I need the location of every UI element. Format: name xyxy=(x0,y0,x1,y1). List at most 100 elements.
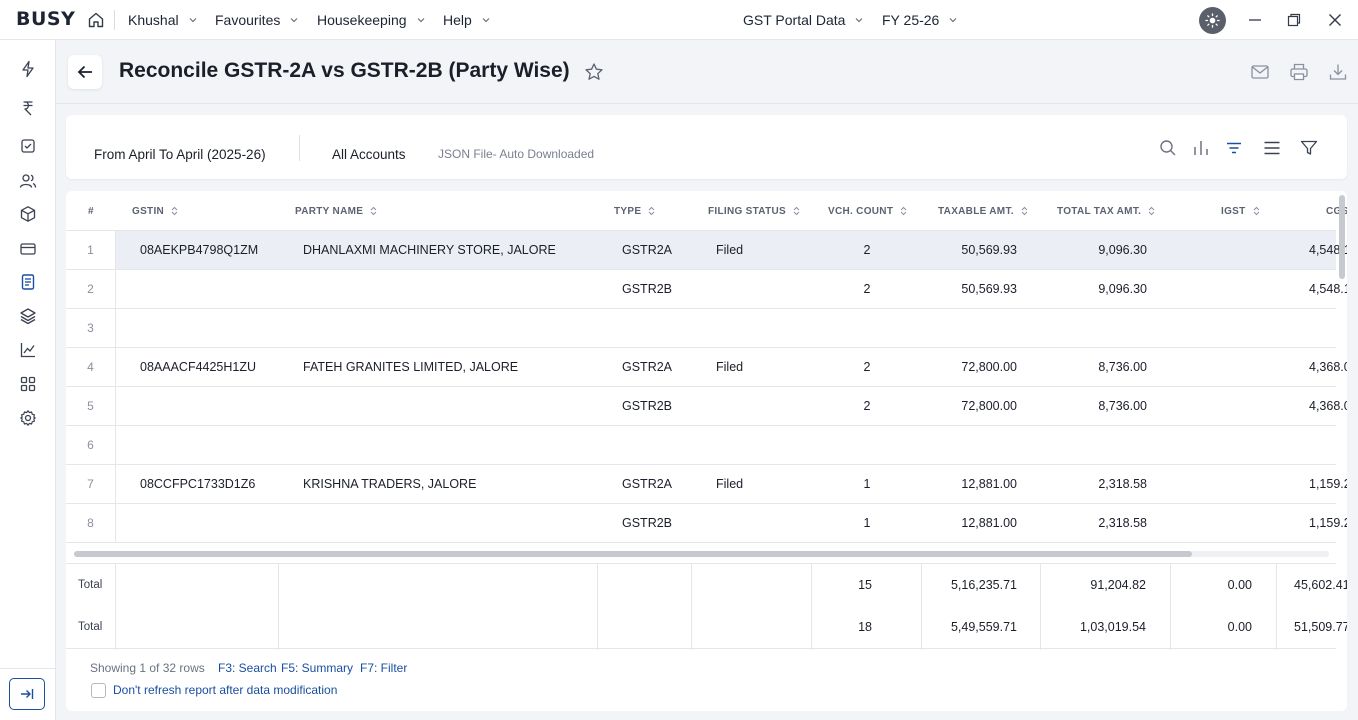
company-data-selector[interactable]: GST Portal Data xyxy=(743,0,863,40)
fy-label: FY 25-26 xyxy=(882,12,940,28)
layers-icon[interactable] xyxy=(18,306,38,326)
col-header-type[interactable]: TYPE xyxy=(614,191,655,231)
reports-icon[interactable] xyxy=(18,272,38,292)
total-tax-amt-cell: 2,318.58 xyxy=(1098,516,1147,530)
inventory-icon[interactable] xyxy=(18,204,38,224)
close-button[interactable] xyxy=(1325,10,1345,30)
quick-actions-icon[interactable] xyxy=(18,59,38,79)
total-tax-amt-cell: 2,318.58 xyxy=(1098,477,1147,491)
sort-icon xyxy=(171,206,178,216)
igst-cell xyxy=(1166,348,1266,386)
igst-cell xyxy=(1166,270,1266,308)
vertical-scrollbar[interactable] xyxy=(1339,195,1345,545)
sort-icon xyxy=(648,206,655,216)
vertical-scroll-thumb[interactable] xyxy=(1339,195,1345,279)
minimize-button[interactable] xyxy=(1245,10,1265,30)
vch-count-cell: 2 xyxy=(863,282,871,296)
home-icon[interactable] xyxy=(87,11,105,29)
table-row[interactable]: 2 GSTR2B 2 50,569.93 9,096.30 4,548.15 xyxy=(66,270,1347,309)
row-number: 4 xyxy=(66,348,116,386)
col-header-gstin[interactable]: GSTIN xyxy=(132,191,178,231)
analytics-icon[interactable] xyxy=(18,340,38,360)
taxable-amt-cell: 12,881.00 xyxy=(961,477,1017,491)
filing-status-cell: Filed xyxy=(716,477,744,491)
print-icon[interactable] xyxy=(1289,62,1309,82)
menu-housekeeping[interactable]: Housekeeping xyxy=(317,0,425,40)
table-row[interactable]: 1 08AEKPB4798Q1ZM DHANLAXMI MACHINERY ST… xyxy=(66,231,1347,270)
fy-selector[interactable]: FY 25-26 xyxy=(882,0,957,40)
email-icon[interactable] xyxy=(1250,62,1270,82)
col-header-total-tax-amt[interactable]: TOTAL TAX AMT. xyxy=(1057,191,1155,231)
apps-grid-icon[interactable] xyxy=(18,374,38,394)
table-row[interactable]: 3 xyxy=(66,309,1336,348)
total-tax-amt-cell: 8,736.00 xyxy=(1098,399,1147,413)
col-header-vch-count[interactable]: VCH. COUNT xyxy=(828,191,907,231)
chevron-down-icon xyxy=(417,18,424,23)
row-number: 5 xyxy=(66,387,116,425)
filing-status-cell: Filed xyxy=(716,243,744,257)
bar-chart-icon[interactable] xyxy=(1191,138,1211,158)
gstin-cell: 08AAACF4425H1ZU xyxy=(140,360,257,374)
summary-hotkey-link[interactable]: F5: Summary xyxy=(281,661,353,675)
row-number: 2 xyxy=(66,270,116,308)
col-header-party-name[interactable]: PARTY NAME xyxy=(295,191,377,231)
menu-help[interactable]: Help xyxy=(443,0,490,40)
table-row[interactable]: 6 xyxy=(66,426,1336,465)
users-icon[interactable] xyxy=(18,171,38,191)
row-number: 3 xyxy=(66,309,116,347)
table-row[interactable]: 8 GSTR2B 1 12,881.00 2,318.58 1,159.29 xyxy=(66,504,1347,543)
col-header-igst[interactable]: IGST xyxy=(1221,191,1260,231)
dont-refresh-checkbox[interactable] xyxy=(91,683,106,698)
json-source-note: JSON File- Auto Downloaded xyxy=(438,147,595,161)
menu-help-label: Help xyxy=(443,12,472,28)
arrow-left-icon xyxy=(77,65,92,79)
horizontal-scrollbar[interactable] xyxy=(74,551,1329,557)
search-icon[interactable] xyxy=(1158,138,1178,158)
rupee-icon[interactable] xyxy=(18,98,38,118)
table-row[interactable]: 4 08AAACF4425H1ZU FATEH GRANITES LIMITED… xyxy=(66,348,1347,387)
col-header-filing-status[interactable]: FILING STATUS xyxy=(708,191,800,231)
left-sidebar xyxy=(0,40,56,720)
theme-toggle-button[interactable] xyxy=(1199,7,1226,34)
total-row: Total 18 5,49,559.71 1,03,019.54 0.00 51… xyxy=(66,606,1347,648)
total-taxable-amt: 5,49,559.71 xyxy=(950,620,1017,634)
row-count-status: Showing 1 of 32 rows xyxy=(90,661,205,675)
vouchers-icon[interactable] xyxy=(18,136,38,156)
table-row[interactable]: 5 GSTR2B 2 72,800.00 8,736.00 4,368.00 xyxy=(66,387,1347,426)
col-header-taxable-amt[interactable]: TAXABLE AMT. xyxy=(938,191,1028,231)
restore-button[interactable] xyxy=(1284,10,1304,30)
search-hotkey-link[interactable]: F3: Search xyxy=(218,661,277,675)
filter-hotkey-link[interactable]: F7: Filter xyxy=(360,661,407,675)
total-vch-count: 18 xyxy=(858,620,872,634)
igst-cell xyxy=(1166,465,1266,503)
total-tax-amt-cell: 9,096.30 xyxy=(1098,282,1147,296)
back-button[interactable] xyxy=(68,55,102,89)
gstin-cell: 08CCFPC1733D1Z6 xyxy=(140,477,256,491)
funnel-filter-icon[interactable] xyxy=(1299,138,1319,158)
accounts-filter[interactable]: All Accounts xyxy=(332,147,406,162)
download-icon[interactable] xyxy=(1328,62,1348,82)
card-icon[interactable] xyxy=(18,239,38,259)
total-tax-amt-cell: 8,736.00 xyxy=(1098,360,1147,374)
menu-lines-icon[interactable] xyxy=(1262,138,1282,158)
favourite-star-icon[interactable] xyxy=(584,62,604,82)
filing-status-cell: Filed xyxy=(716,360,744,374)
sort-filter-icon[interactable] xyxy=(1224,138,1244,158)
header-divider xyxy=(56,103,1358,104)
menu-favourites[interactable]: Favourites xyxy=(215,0,298,40)
sort-icon xyxy=(1021,206,1028,216)
menu-divider xyxy=(114,10,115,30)
horizontal-scroll-thumb[interactable] xyxy=(74,551,1192,557)
row-number: 6 xyxy=(66,426,116,464)
table-row[interactable]: 7 08CCFPC1733D1Z6 KRISHNA TRADERS, JALOR… xyxy=(66,465,1347,504)
total-taxable-amt: 5,16,235.71 xyxy=(950,578,1017,592)
type-cell: GSTR2A xyxy=(622,243,673,257)
page-title: Reconcile GSTR-2A vs GSTR-2B (Party Wise… xyxy=(119,59,570,82)
total-igst: 0.00 xyxy=(1227,620,1252,634)
expand-arrow-icon xyxy=(21,689,34,699)
dont-refresh-label[interactable]: Don't refresh report after data modifica… xyxy=(113,683,337,697)
expand-sidebar-button[interactable] xyxy=(9,678,45,710)
settings-gear-icon[interactable] xyxy=(18,408,38,428)
period-filter[interactable]: From April To April (2025-26) xyxy=(94,147,266,162)
menu-user[interactable]: Khushal xyxy=(128,0,197,40)
